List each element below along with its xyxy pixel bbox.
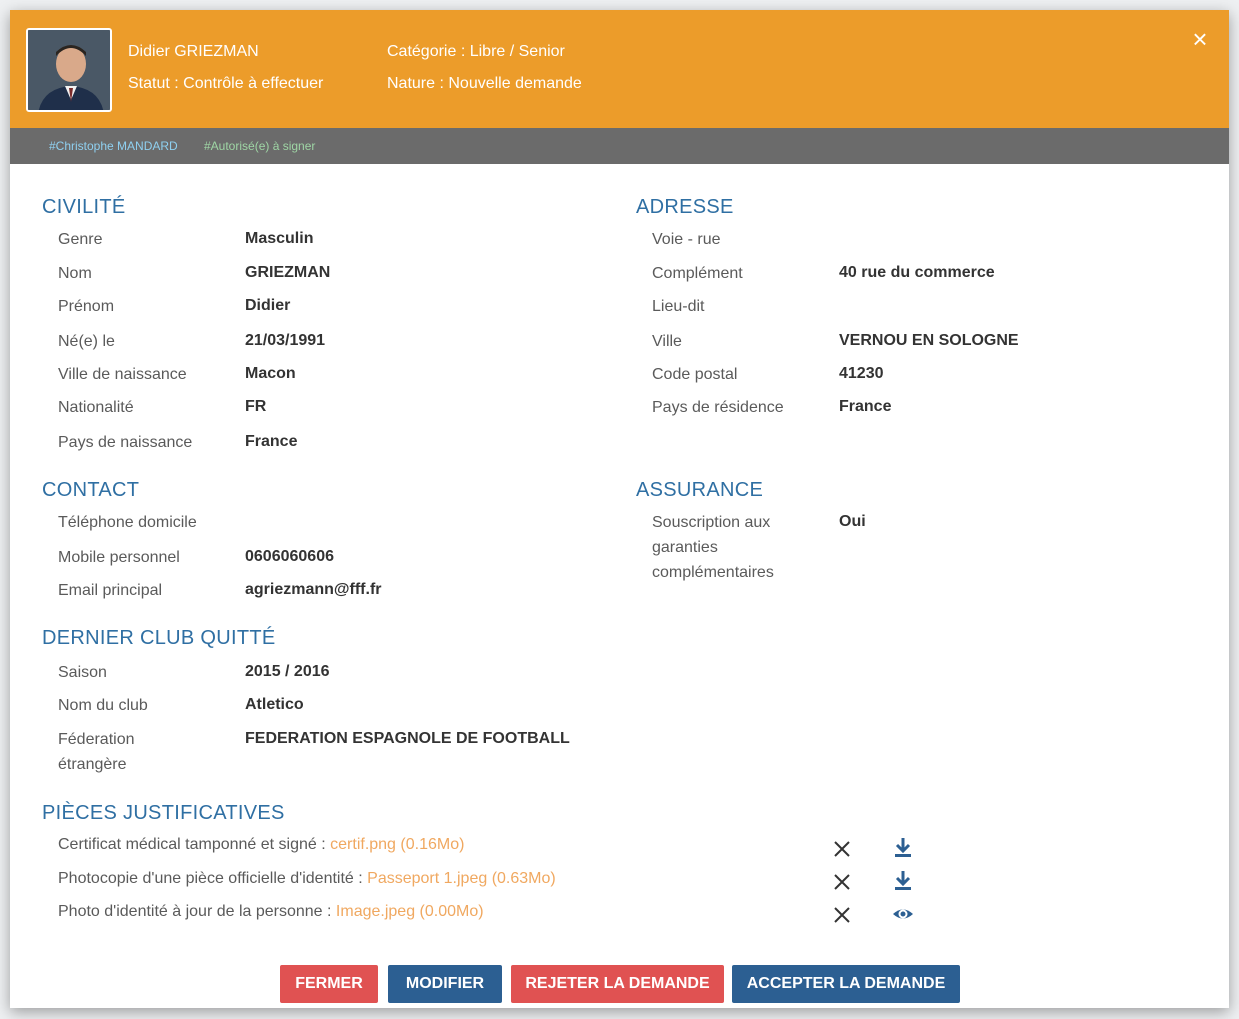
field-value-residence-country: France <box>839 398 892 415</box>
document-file-size: (0.00Mo) <box>419 903 484 920</box>
section-title-civilite: CIVILITÉ <box>42 196 126 218</box>
field-label: Voie - rue <box>652 231 721 248</box>
field-value-city: VERNOU EN SOLOGNE <box>839 332 1019 349</box>
document-label: Photocopie d'une pièce officielle d'iden… <box>58 870 363 887</box>
eye-icon[interactable] <box>891 902 915 926</box>
field-value-nationality: FR <box>245 398 267 415</box>
document-row: Photo d'identité à jour de la personne :… <box>58 903 484 921</box>
document-file-link[interactable]: Image.jpeg <box>336 903 415 920</box>
field-label: Lieu-dit <box>652 298 705 315</box>
field-value-email: agriezmann@fff.fr <box>245 581 382 598</box>
field-value-mobile: 0606060606 <box>245 548 334 565</box>
section-title-adresse: ADRESSE <box>636 196 734 218</box>
avatar <box>26 28 112 112</box>
download-icon[interactable] <box>891 835 915 859</box>
delete-icon[interactable] <box>830 870 854 894</box>
section-title-documents: PIÈCES JUSTIFICATIVES <box>42 802 285 824</box>
field-label: Saison <box>58 664 107 681</box>
field-value-complement: 40 rue du commerce <box>839 264 995 281</box>
accept-button[interactable]: ACCEPTER LA DEMANDE <box>732 965 960 1003</box>
modal-header: Didier GRIEZMAN Statut : Contrôle à effe… <box>10 10 1229 128</box>
document-label: Certificat médical tamponné et signé : <box>58 836 326 853</box>
document-label: Photo d'identité à jour de la personne : <box>58 903 332 920</box>
field-label: Nationalité <box>58 399 134 416</box>
field-label: Né(e) le <box>58 333 115 350</box>
field-value-birthdate: 21/03/1991 <box>245 332 326 349</box>
document-row: Certificat médical tamponné et signé : c… <box>58 836 464 854</box>
field-label: Ville de naissance <box>58 366 187 383</box>
delete-icon[interactable] <box>830 837 854 861</box>
request-details-modal: Didier GRIEZMAN Statut : Contrôle à effe… <box>10 10 1229 1008</box>
edit-button[interactable]: MODIFIER <box>388 965 502 1003</box>
field-value-postal-code: 41230 <box>839 365 884 382</box>
field-label: Pays de résidence <box>652 399 784 416</box>
field-value-birth-city: Macon <box>245 365 296 382</box>
person-name: Didier GRIEZMAN <box>128 43 259 60</box>
field-value-club-name: Atletico <box>245 696 304 713</box>
section-title-contact: CONTACT <box>42 479 140 501</box>
tag-authorized[interactable]: #Autorisé(e) à signer <box>204 139 315 153</box>
document-file-size: (0.16Mo) <box>400 836 465 853</box>
delete-icon[interactable] <box>830 903 854 927</box>
field-value-genre: Masculin <box>245 230 314 247</box>
field-label: Ville <box>652 333 682 350</box>
field-label: Téléphone domicile <box>58 514 197 531</box>
tag-bar: #Christophe MANDARD #Autorisé(e) à signe… <box>10 128 1229 164</box>
field-value-season: 2015 / 2016 <box>245 663 330 680</box>
field-label: Code postal <box>652 366 738 383</box>
request-nature: Nature : Nouvelle demande <box>387 75 582 92</box>
field-label: Pays de naissance <box>58 434 193 451</box>
field-value-birth-country: France <box>245 433 298 450</box>
request-category: Catégorie : Libre / Senior <box>387 43 565 60</box>
field-label: Nom <box>58 265 92 282</box>
field-label: Complément <box>652 265 743 282</box>
field-label: Souscription aux garanties complémentair… <box>652 514 774 581</box>
field-value-prenom: Didier <box>245 297 291 314</box>
field-label: Féderation étrangère <box>58 731 135 773</box>
field-value-federation: FEDERATION ESPAGNOLE DE FOOTBALL <box>245 730 570 747</box>
field-label: Prénom <box>58 298 115 315</box>
close-button[interactable]: FERMER <box>280 965 378 1003</box>
request-status: Statut : Contrôle à effectuer <box>128 75 324 92</box>
document-row: Photocopie d'une pièce officielle d'iden… <box>58 870 556 888</box>
section-title-assurance: ASSURANCE <box>636 479 764 501</box>
document-file-size: (0.63Mo) <box>491 870 556 887</box>
section-title-last-club: DERNIER CLUB QUITTÉ <box>42 627 276 649</box>
tag-contact[interactable]: #Christophe MANDARD <box>49 139 178 153</box>
field-value-nom: GRIEZMAN <box>245 264 331 281</box>
close-icon[interactable]: × <box>1189 26 1211 52</box>
field-label: Email principal <box>58 582 163 599</box>
field-label: Nom du club <box>58 697 148 714</box>
reject-button[interactable]: REJETER LA DEMANDE <box>511 965 724 1003</box>
field-value-insurance: Oui <box>839 513 866 530</box>
download-icon[interactable] <box>891 868 915 892</box>
field-label: Genre <box>58 231 103 248</box>
document-file-link[interactable]: certif.png <box>330 836 396 853</box>
document-file-link[interactable]: Passeport 1.jpeg <box>367 870 487 887</box>
field-label: Mobile personnel <box>58 549 180 566</box>
